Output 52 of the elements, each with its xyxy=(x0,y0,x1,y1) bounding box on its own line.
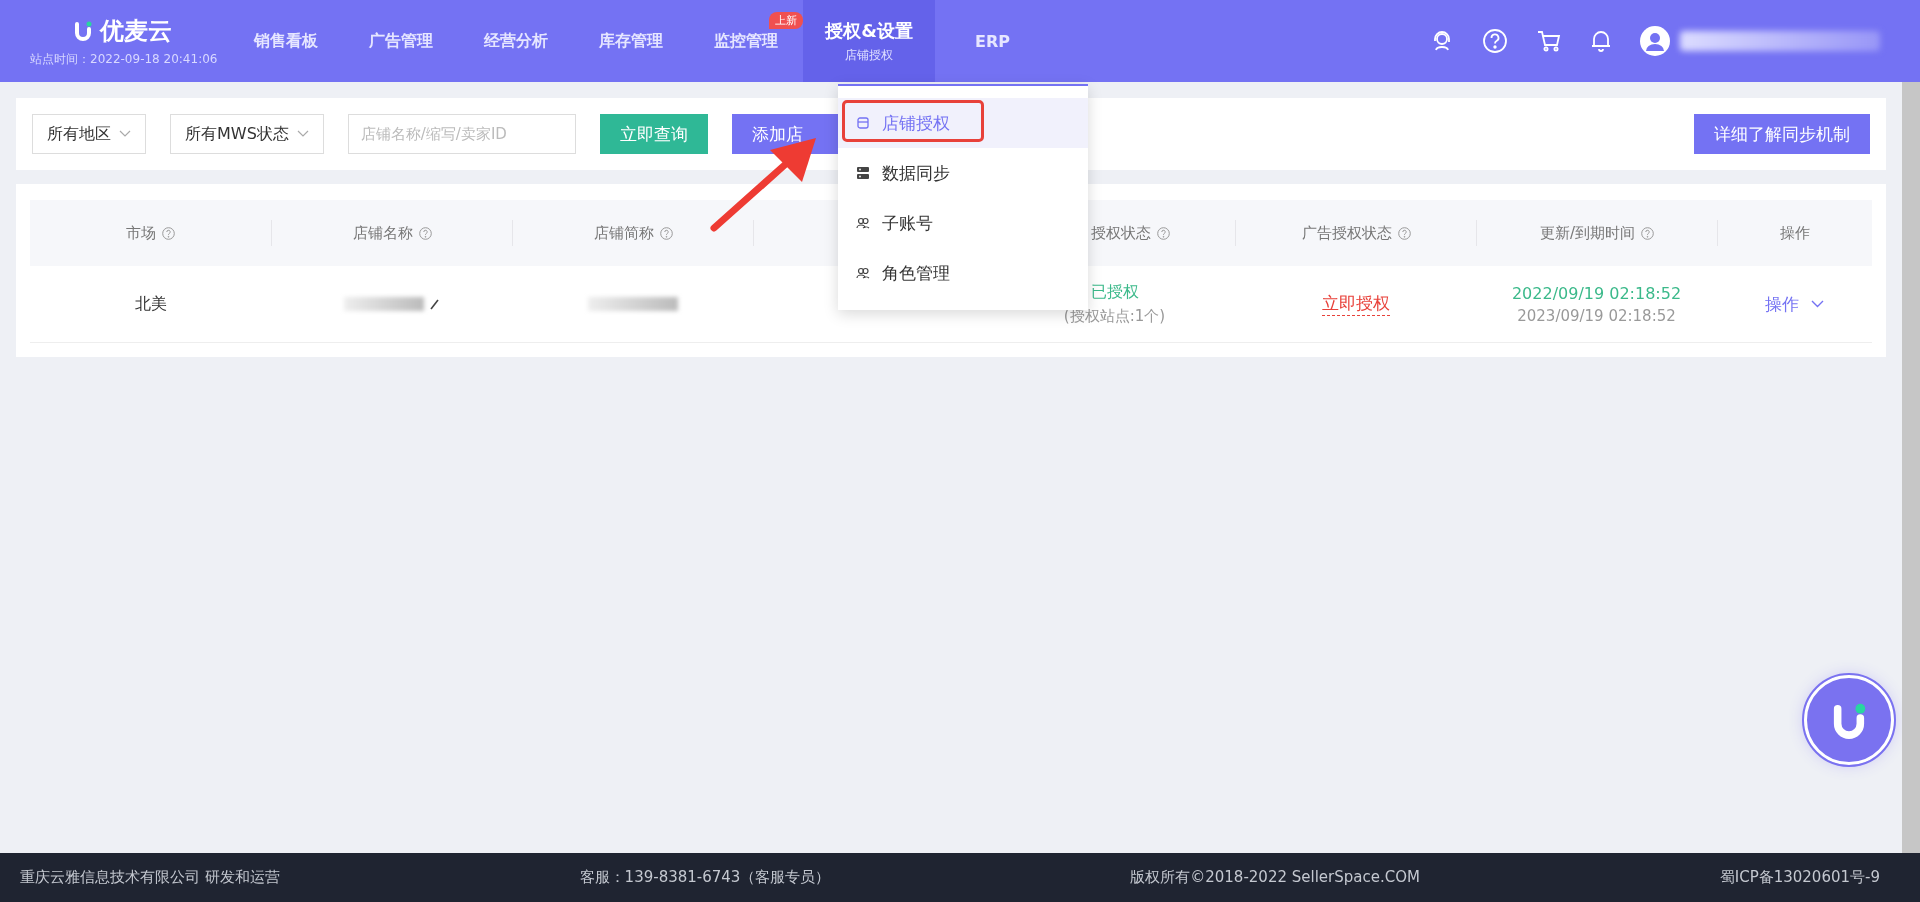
query-button[interactable]: 立即查询 xyxy=(599,114,708,154)
column-header: 操作 xyxy=(1780,223,1810,243)
status-text: 已授权 xyxy=(1090,282,1139,303)
new-badge: 上新 xyxy=(769,12,803,29)
site-time: 站点时间：2022-09-18 20:41:06 xyxy=(30,50,219,68)
nav-tab[interactable]: 经营分析 xyxy=(458,0,573,82)
footer-text: 客服：139-8381-6743（客服专员） xyxy=(579,868,831,887)
scrollbar[interactable] xyxy=(1902,82,1920,853)
nav-tab[interactable]: 销售看板 xyxy=(228,0,343,82)
search-field[interactable]: 店铺名称/缩写/卖家ID xyxy=(347,114,576,154)
help-icon[interactable] xyxy=(1482,28,1508,54)
filter-select[interactable]: 所有地区 xyxy=(32,114,146,154)
update-time: 2022/09/19 02:18:52 xyxy=(1511,283,1682,303)
menu-item[interactable]: 店铺授权 xyxy=(838,98,1088,148)
nav-tab[interactable]: 上新 监控管理 xyxy=(688,0,803,82)
filter-select[interactable]: 所有MWS状态 xyxy=(170,114,324,154)
avatar-icon[interactable] xyxy=(1640,26,1670,56)
menu-item[interactable]: 子账号 xyxy=(838,198,1088,248)
footer-text: 蜀ICP备13020601号-9 xyxy=(1719,868,1880,887)
chevron-down-icon xyxy=(119,130,131,138)
column-header: 市场 xyxy=(126,223,156,243)
column-header: 广告授权状态 xyxy=(1301,223,1392,243)
expiry-time: 2023/09/19 02:18:52 xyxy=(1517,306,1676,325)
cart-icon[interactable] xyxy=(1536,29,1562,53)
logo-text: 优麦云 xyxy=(100,15,172,47)
footer-text: 重庆云雅信息技术有限公司 研发和运营 xyxy=(20,868,280,887)
footer-text: 版权所有©2018-2022 SellerSpace.COM xyxy=(1130,868,1420,887)
nav-tab[interactable]: 授权&设置 店铺授权 xyxy=(803,0,935,82)
bell-icon[interactable] xyxy=(1590,29,1612,53)
action-dropdown[interactable]: 操作 xyxy=(1765,292,1824,316)
column-header: 店铺名称 xyxy=(352,223,413,243)
chevron-down-icon xyxy=(1811,300,1824,308)
nav-tab[interactable]: 库存管理 xyxy=(573,0,688,82)
users-icon xyxy=(856,217,870,229)
menu-item[interactable]: 角色管理 xyxy=(838,248,1088,298)
nav-tab[interactable]: ERP xyxy=(935,0,1050,82)
edit-icon[interactable] xyxy=(427,298,440,310)
server-icon xyxy=(856,166,870,180)
assistant-button[interactable] xyxy=(1804,675,1894,765)
nav-tab[interactable]: 广告管理 xyxy=(343,0,458,82)
sync-info-button[interactable]: 详细了解同步机制 xyxy=(1694,114,1870,154)
users-icon xyxy=(856,267,870,279)
logo-icon xyxy=(1832,701,1866,739)
authorize-link[interactable]: 立即授权 xyxy=(1321,292,1390,316)
table-cell: 北美 xyxy=(134,293,167,315)
store-icon xyxy=(856,116,870,130)
column-header: 授权状态 xyxy=(1091,223,1151,243)
logo-icon xyxy=(74,20,92,41)
site-count: (授权站点:1个) xyxy=(1063,307,1166,326)
column-header: 店铺简称 xyxy=(593,223,654,243)
column-header: 更新/到期时间 xyxy=(1539,223,1636,243)
chevron-down-icon xyxy=(296,130,309,138)
